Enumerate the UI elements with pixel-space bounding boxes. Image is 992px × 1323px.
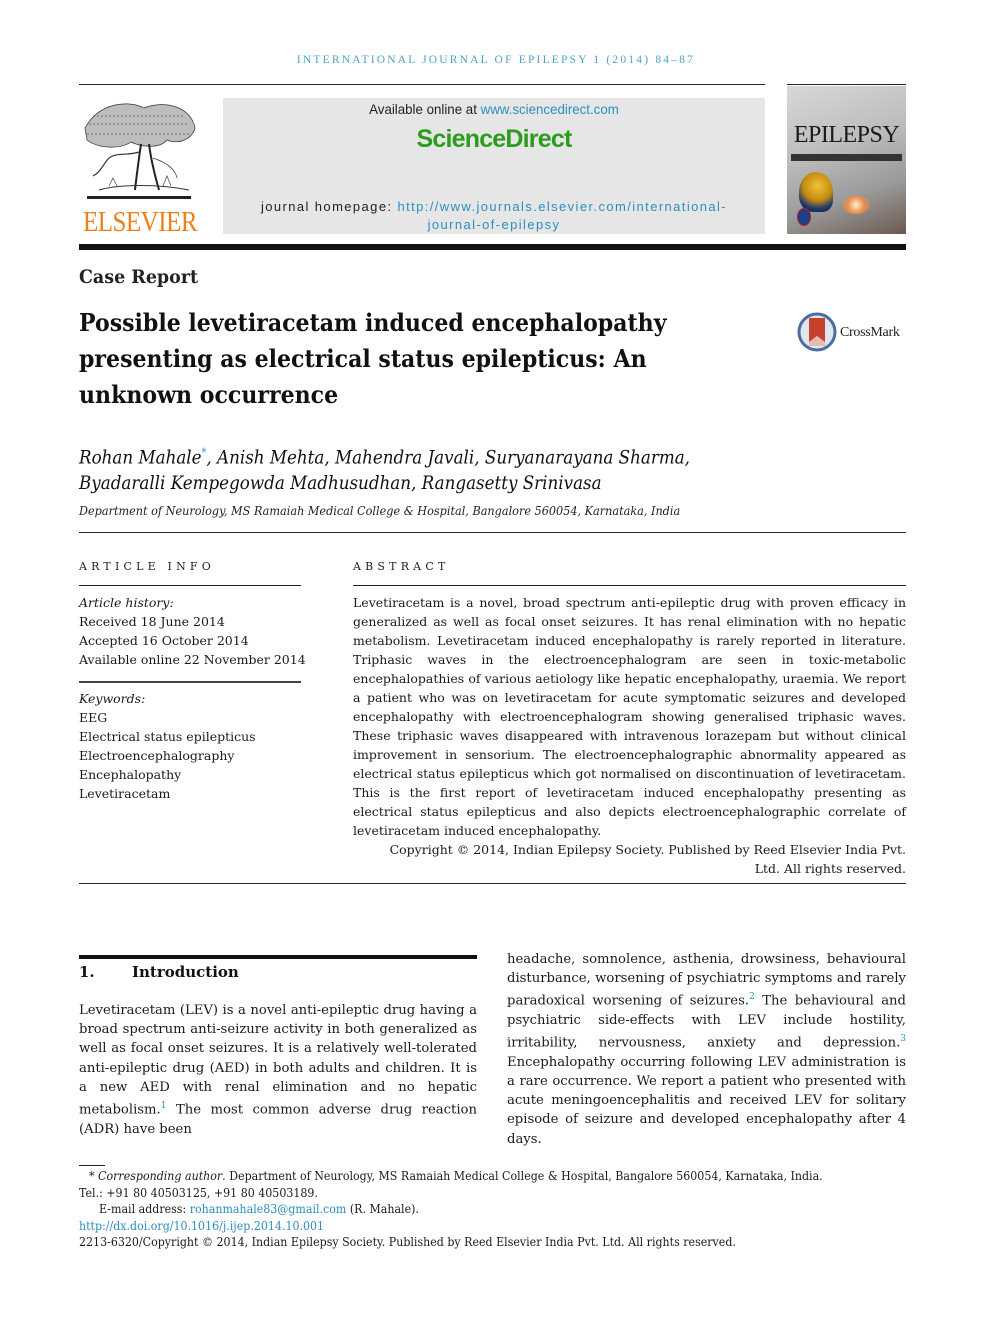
author-corresponding[interactable]: Rohan Mahale — [79, 446, 202, 468]
affiliation-rule — [79, 532, 906, 533]
intro-text-part5: Encephalopathy occurring following LEV a… — [507, 1054, 906, 1147]
body-column-right: headache, somnolence, asthenia, drowsine… — [507, 950, 906, 1149]
history-online: Available online 22 November 2014 — [79, 652, 306, 667]
elsevier-wordmark: ELSEVIER — [82, 207, 198, 238]
keywords: Keywords: EEG Electrical status epilepti… — [79, 689, 309, 803]
article-info-heading: ARTICLE INFO — [79, 560, 215, 573]
cover-title: EPILEPSY — [793, 122, 900, 148]
cover-top-rule — [787, 84, 906, 85]
footnote-marker: * — [89, 1169, 95, 1183]
abstract-copyright: Copyright © 2014, Indian Epilepsy Societ… — [389, 842, 906, 876]
elsevier-logo[interactable]: ELSEVIER — [79, 98, 201, 238]
section-heading-introduction: 1. Introduction — [79, 963, 239, 981]
keywords-label: Keywords: — [79, 691, 146, 706]
abstract-heading: ABSTRACT — [353, 560, 450, 573]
article-title: Possible levetiracetam induced encephalo… — [79, 308, 667, 409]
keyword-item: Encephalopathy — [79, 767, 182, 782]
section-rule — [79, 955, 477, 959]
running-head: International Journal of Epilepsy 1 (201… — [296, 54, 696, 66]
section-title: Introduction — [132, 963, 239, 981]
journal-homepage: journal homepage: http://www.journals.el… — [223, 198, 765, 234]
elsevier-tree-icon — [84, 103, 196, 199]
history-received: Received 18 June 2014 — [79, 614, 225, 629]
article-history-label: Article history: — [79, 595, 174, 610]
telephone-numbers: Tel.: +91 80 40503125, +91 80 40503189. — [79, 1185, 318, 1200]
available-online-label: Available online at — [369, 101, 477, 117]
cover-neuron-glow — [842, 196, 870, 214]
email-note: E-mail address: rohanmahale83@gmail.com … — [79, 1201, 906, 1218]
telephone-note: Tel.: +91 80 40503125, +91 80 40503189. — [79, 1185, 906, 1202]
history-accepted: Accepted 16 October 2014 — [79, 633, 249, 648]
sciencedirect-logo[interactable]: ScienceDirect — [223, 125, 765, 154]
masthead-top-rule — [79, 84, 765, 85]
crossmark-icon — [797, 312, 837, 352]
available-online: Available online at www.sciencedirect.co… — [237, 101, 752, 117]
journal-homepage-link-line2: journal-of-epilepsy — [427, 217, 561, 232]
cover-brain-head-icon — [799, 172, 833, 212]
email-link[interactable]: rohanmahale83@gmail.com — [190, 1202, 347, 1216]
keyword-item: Electroencephalography — [79, 748, 235, 763]
article-history: Article history: Received 18 June 2014 A… — [79, 593, 309, 669]
abstract-end-rule — [79, 883, 906, 884]
crossmark-label: CrossMark — [840, 325, 900, 340]
journal-cover-image[interactable]: EPILEPSY — [787, 86, 906, 234]
keyword-item: EEG — [79, 710, 108, 725]
email-label: E-mail address: — [99, 1202, 187, 1216]
section-number: 1. — [79, 963, 95, 981]
keyword-item: Levetiracetam — [79, 786, 171, 801]
corresponding-author-label: Corresponding author — [98, 1169, 223, 1183]
keyword-item: Electrical status epilepticus — [79, 729, 256, 744]
authors-line1-rest: , Anish Mehta, Mahendra Javali, Suryanar… — [206, 446, 691, 469]
doi-link[interactable]: http://dx.doi.org/10.1016/j.ijep.2014.10… — [79, 1219, 324, 1233]
journal-homepage-link-line1: http://www.journals.elsevier.com/interna… — [397, 199, 728, 214]
sciencedirect-banner: Available online at www.sciencedirect.co… — [223, 98, 765, 234]
sciencedirect-link[interactable]: www.sciencedirect.com — [481, 101, 619, 117]
abstract: Levetiracetam is a novel, broad spectrum… — [353, 593, 906, 878]
corresponding-author-address: . Department of Neurology, MS Ramaiah Me… — [222, 1169, 823, 1183]
reference-link-3[interactable]: 3 — [900, 1034, 906, 1044]
footnote-rule — [79, 1165, 105, 1166]
masthead-bottom-rule — [79, 244, 906, 250]
cover-society-emblem-icon — [797, 208, 811, 226]
doi-note: http://dx.doi.org/10.1016/j.ijep.2014.10… — [79, 1218, 906, 1235]
crossmark-button[interactable]: CrossMark — [797, 312, 909, 356]
email-suffix: (R. Mahale). — [346, 1202, 419, 1216]
cover-subtitle-bar — [791, 154, 902, 161]
author-list: Rohan Mahale*, Anish Mehta, Mahendra Jav… — [79, 440, 809, 496]
journal-homepage-link[interactable]: http://www.journals.elsevier.com/interna… — [397, 199, 727, 232]
journal-homepage-label: journal homepage: — [260, 199, 393, 214]
body-column-left: Levetiracetam (LEV) is a novel anti-epil… — [79, 1001, 477, 1139]
intro-text-part1: Levetiracetam (LEV) is a novel anti-epil… — [79, 1003, 477, 1118]
keywords-rule — [79, 681, 301, 683]
corresponding-author-note: * Corresponding author. Department of Ne… — [79, 1168, 906, 1185]
abstract-rule — [353, 585, 906, 586]
authors-line2: Byadaralli Kempegowda Madhusudhan, Ranga… — [79, 472, 602, 495]
article-info-rule — [79, 585, 301, 586]
issn-copyright-text: 2213-6320/Copyright © 2014, Indian Epile… — [79, 1235, 736, 1249]
affiliation: Department of Neurology, MS Ramaiah Medi… — [79, 503, 681, 518]
article-type: Case Report — [79, 266, 199, 288]
footnotes: * Corresponding author. Department of Ne… — [79, 1168, 906, 1251]
issn-copyright: 2213-6320/Copyright © 2014, Indian Epile… — [79, 1234, 906, 1251]
abstract-body: Levetiracetam is a novel, broad spectrum… — [353, 595, 906, 838]
